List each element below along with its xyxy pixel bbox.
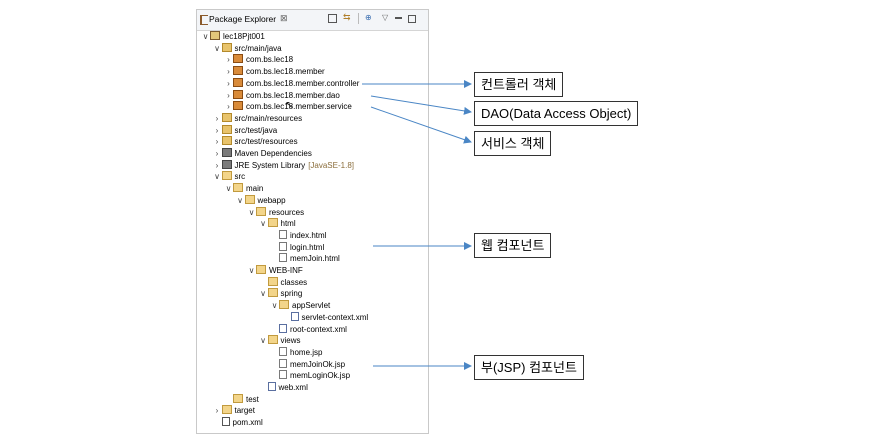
callout-controller: 컨트롤러 객체 — [474, 72, 564, 97]
arrow-service — [370, 106, 472, 144]
annotation-arrows — [362, 80, 472, 370]
callout-dao: DAO(Data Access Object) — [474, 101, 639, 126]
arrow-dao — [370, 95, 472, 115]
callout-service: 서비스 객체 — [474, 131, 552, 156]
callout-web-component: 웹 컴포넌트 — [474, 233, 552, 258]
callout-jsp-component: 부(JSP) 컴포넌트 — [474, 355, 584, 380]
